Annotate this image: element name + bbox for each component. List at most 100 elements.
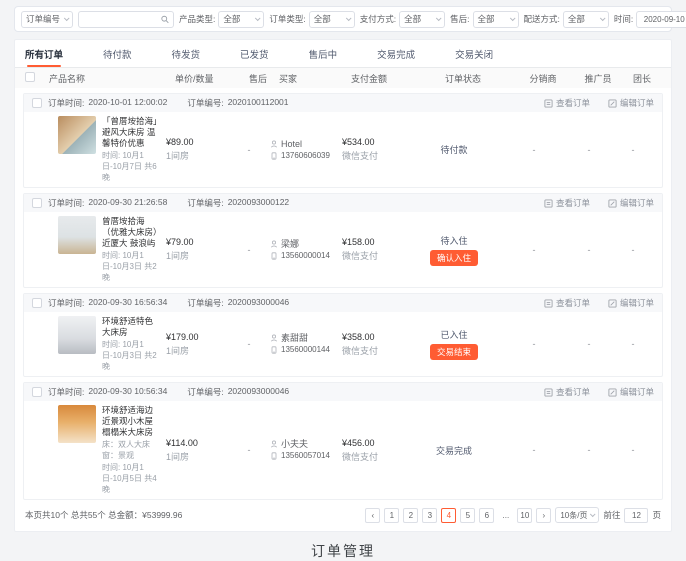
pay-method: 微信支付 <box>342 450 404 463</box>
buyer-phone: 13560000144 <box>281 344 330 356</box>
product-title[interactable]: 环境舒适特色大床房 <box>102 316 160 338</box>
buyer-phone: 13760606039 <box>281 150 330 162</box>
page-button-10[interactable]: 10 <box>517 508 532 523</box>
tab-pending-payment[interactable]: 待付款 <box>103 40 132 67</box>
edit-order-button[interactable]: 编辑订单 <box>608 386 654 398</box>
user-icon <box>270 334 278 342</box>
filter-label: 售后: <box>450 13 469 25</box>
promoter-value: - <box>564 245 614 255</box>
order-checkbox[interactable] <box>32 298 42 308</box>
buyer-name: 小夫夫 <box>281 438 308 450</box>
edit-order-button[interactable]: 编辑订单 <box>608 97 654 109</box>
view-order-icon <box>544 199 553 208</box>
edit-order-button[interactable]: 编辑订单 <box>608 297 654 309</box>
order-row: 环境舒适特色大床房 时间: 10月1日-10月3日 共2晚 ¥179.00 1间… <box>24 312 662 376</box>
product-title[interactable]: 环境舒适海边近景观小木屋榻榻米大床房 <box>102 405 160 438</box>
unit-price: ¥89.00 <box>166 137 228 147</box>
quantity: 1间房 <box>166 149 228 162</box>
phone-icon <box>270 252 278 260</box>
view-order-button[interactable]: 查看订单 <box>544 386 590 398</box>
aftersale-select[interactable]: 全部 <box>473 11 519 28</box>
view-order-icon <box>544 299 553 308</box>
order-status: 交易完成 <box>404 444 504 457</box>
distributor-value: - <box>504 145 564 155</box>
pay-method-select[interactable]: 全部 <box>399 11 445 28</box>
order-no: 2020093000046 <box>228 386 289 398</box>
tab-pending-shipment[interactable]: 待发货 <box>172 40 201 67</box>
page-button-4-active[interactable]: 4 <box>441 508 456 523</box>
page-size-select[interactable]: 10条/页 <box>555 507 599 523</box>
order-no-label: 订单编号: <box>187 386 223 398</box>
pay-method: 微信支付 <box>342 249 404 262</box>
end-transaction-button[interactable]: 交易结束 <box>430 344 478 360</box>
tab-closed[interactable]: 交易关闭 <box>455 40 493 67</box>
page-button-1[interactable]: 1 <box>384 508 399 523</box>
page-button-5[interactable]: 5 <box>460 508 475 523</box>
user-icon <box>270 440 278 448</box>
chevron-down-icon <box>64 15 70 21</box>
aftersale-value: - <box>228 145 270 155</box>
view-order-icon <box>544 388 553 397</box>
tab-all-orders[interactable]: 所有订单 <box>25 40 63 67</box>
orders-card: 所有订单 待付款 待发货 已发货 售后中 交易完成 交易关闭 产品名称 单价/数… <box>14 39 672 532</box>
jump-page-input[interactable] <box>624 508 648 523</box>
filter-pay-method: 支付方式: 全部 <box>360 11 445 28</box>
product-type-select[interactable]: 全部 <box>218 11 264 28</box>
promoter-value: - <box>564 445 614 455</box>
table-footer: 本页共10个 总共55个 总金额：¥53999.96 ‹ 1 2 3 4 5 6… <box>15 500 671 531</box>
tab-completed[interactable]: 交易完成 <box>377 40 415 67</box>
order-type-select[interactable]: 全部 <box>309 11 355 28</box>
edit-order-label: 编辑订单 <box>620 297 654 309</box>
chevron-down-icon <box>600 15 606 21</box>
order-no-label: 订单编号: <box>187 197 223 209</box>
view-order-icon <box>544 99 553 108</box>
product-time-info: 时间: 10月1日-10月3日 共2晚 <box>102 250 160 283</box>
pay-amount: ¥358.00 <box>342 332 404 342</box>
order-no-label: 订单编号: <box>187 297 223 309</box>
header-buyer: 买家 <box>279 72 351 85</box>
order-checkbox[interactable] <box>32 98 42 108</box>
date-from-input[interactable] <box>636 11 686 28</box>
chevron-down-icon <box>590 511 596 517</box>
header-product: 产品名称 <box>49 72 175 85</box>
order-time: 2020-09-30 21:26:58 <box>88 197 167 209</box>
view-order-label: 查看订单 <box>556 97 590 109</box>
product-title[interactable]: 曾厝垵拾海（优雅大床房）近厦大 鼓浪屿 <box>102 216 160 249</box>
page-button-6[interactable]: 6 <box>479 508 494 523</box>
page-size-value: 10条/页 <box>560 510 587 521</box>
page-button-2[interactable]: 2 <box>403 508 418 523</box>
product-title[interactable]: 「曾厝垵拾海」避风大床房 温馨特价优惠 <box>102 116 160 149</box>
order-tabs: 所有订单 待付款 待发货 已发货 售后中 交易完成 交易关闭 <box>15 40 671 68</box>
header-price: 单价/数量 <box>175 72 237 85</box>
filter-order-type: 订单类型: 全部 <box>269 11 354 28</box>
order-checkbox[interactable] <box>32 198 42 208</box>
view-order-button[interactable]: 查看订单 <box>544 197 590 209</box>
order-no: 2020093000046 <box>228 297 289 309</box>
filter-delivery: 配送方式: 全部 <box>524 11 609 28</box>
page-button-3[interactable]: 3 <box>422 508 437 523</box>
header-distributor: 分销商 <box>513 72 573 85</box>
search-input[interactable] <box>83 14 161 24</box>
tab-aftersale[interactable]: 售后中 <box>309 40 338 67</box>
search-type-select[interactable]: 订单编号 <box>21 11 73 28</box>
prev-page-button[interactable]: ‹ <box>365 508 380 523</box>
select-value: 全部 <box>404 13 421 25</box>
header-promoter: 推广员 <box>573 72 623 85</box>
filter-label: 产品类型: <box>179 13 215 25</box>
view-order-button[interactable]: 查看订单 <box>544 97 590 109</box>
filter-product-type: 产品类型: 全部 <box>179 11 264 28</box>
tab-shipped[interactable]: 已发货 <box>240 40 269 67</box>
delivery-select[interactable]: 全部 <box>563 11 609 28</box>
promoter-value: - <box>564 145 614 155</box>
product-image <box>58 405 96 443</box>
edit-order-button[interactable]: 编辑订单 <box>608 197 654 209</box>
chevron-down-icon <box>436 15 442 21</box>
order-checkbox[interactable] <box>32 387 42 397</box>
pay-method: 微信支付 <box>342 149 404 162</box>
select-all-checkbox[interactable] <box>25 72 35 82</box>
leader-value: - <box>614 245 652 255</box>
search-icon[interactable] <box>161 15 169 24</box>
view-order-button[interactable]: 查看订单 <box>544 297 590 309</box>
confirm-checkin-button[interactable]: 确认入住 <box>430 250 478 266</box>
next-page-button[interactable]: › <box>536 508 551 523</box>
